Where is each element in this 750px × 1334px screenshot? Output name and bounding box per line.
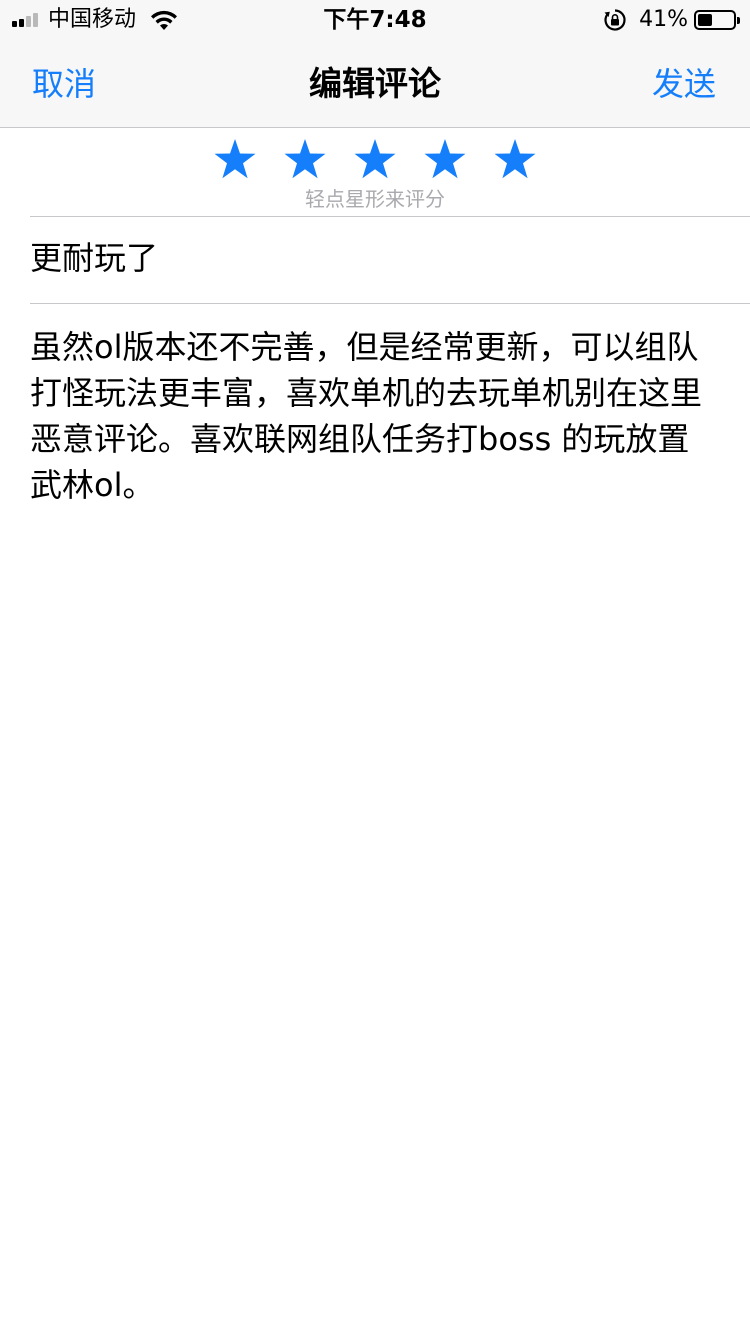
star-3-icon[interactable]: [349, 134, 401, 186]
review-title-field[interactable]: 更耐玩了: [30, 236, 720, 280]
rating-hint: 轻点星形来评分: [305, 187, 445, 211]
star-4-icon[interactable]: [419, 134, 471, 186]
star-rating: 轻点星形来评分: [0, 134, 750, 216]
star-5-icon[interactable]: [489, 134, 541, 186]
rotation-lock-icon: [604, 9, 626, 31]
review-body-field[interactable]: 虽然ol版本还不完善，但是经常更新，可以组队打怪玩法更丰富，喜欢单机的去玩单机别…: [30, 324, 720, 508]
divider: [30, 216, 750, 217]
stars-row: [0, 134, 750, 186]
divider: [30, 303, 750, 304]
page-title: 编辑评论: [309, 64, 441, 103]
status-right: 41%: [603, 6, 740, 34]
star-1-icon[interactable]: [209, 134, 261, 186]
star-2-icon[interactable]: [279, 134, 331, 186]
send-button[interactable]: 发送: [652, 64, 716, 104]
status-bar: 中国移动 下午7:48 41%: [0, 0, 750, 40]
battery-fill: [698, 14, 712, 26]
navigation-bar: 取消 编辑评论 发送: [0, 40, 750, 128]
battery-percent: 41%: [639, 7, 688, 32]
battery-nub: [737, 17, 740, 24]
battery-icon: [694, 10, 740, 30]
